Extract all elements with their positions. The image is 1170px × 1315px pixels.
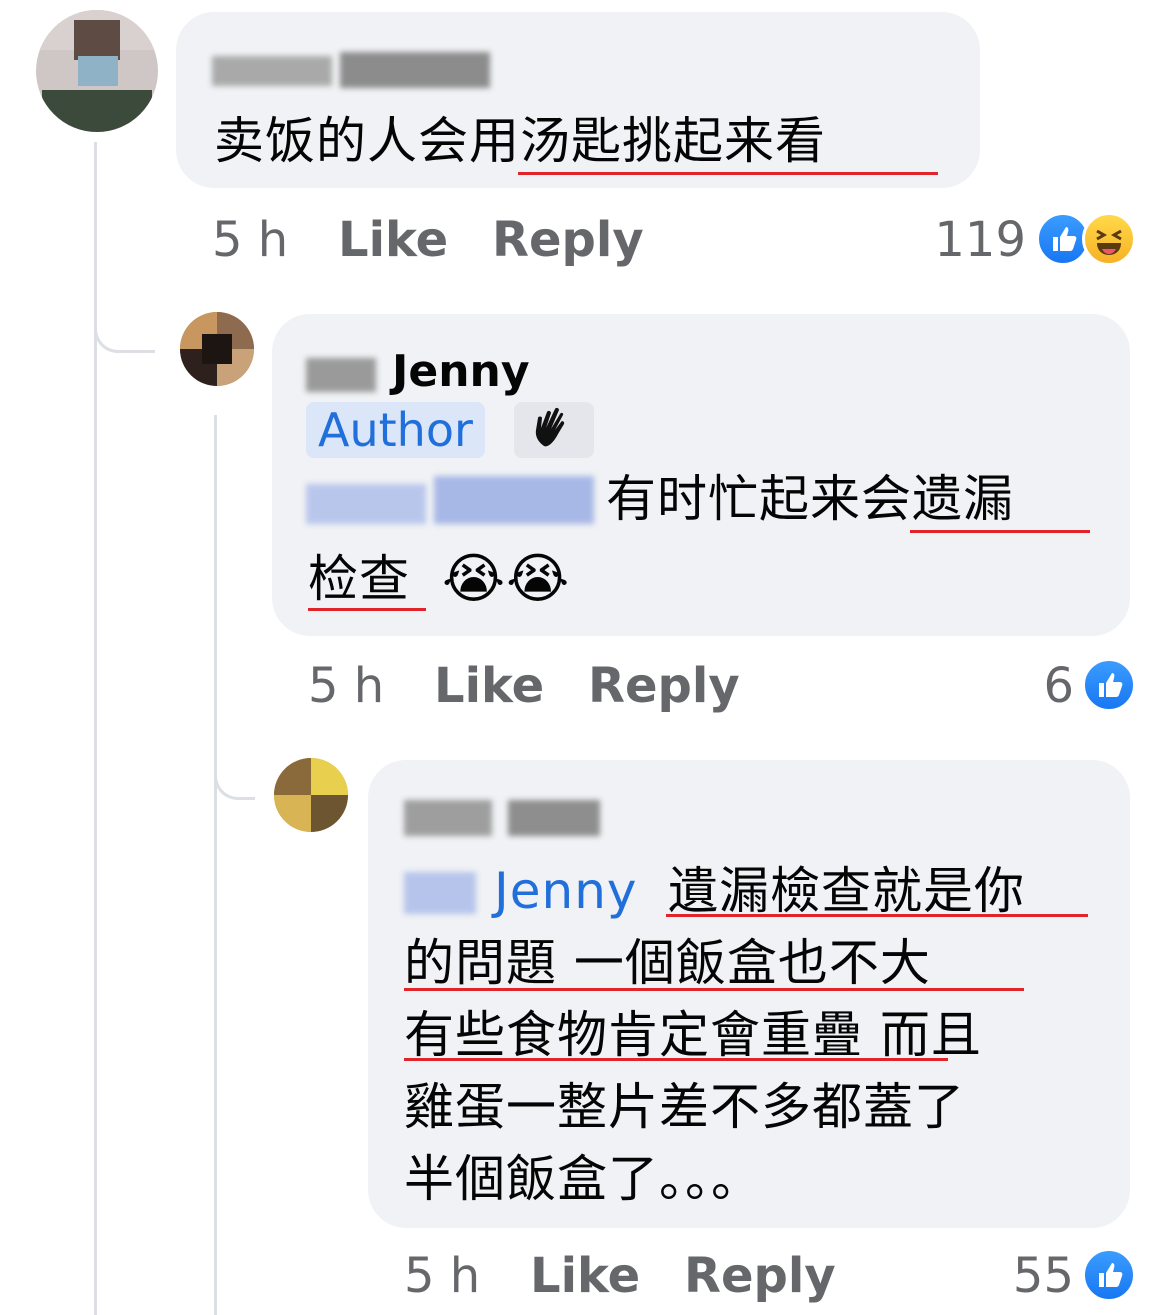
- comment-bubble: 卖饭的人会用汤匙挑起来看: [176, 12, 980, 188]
- mention-link[interactable]: Jenny: [494, 854, 637, 928]
- avatar[interactable]: [274, 758, 348, 832]
- comment-time[interactable]: 5 h: [404, 1248, 480, 1304]
- like-button[interactable]: Like: [530, 1248, 640, 1304]
- like-icon[interactable]: [1082, 658, 1136, 712]
- reaction-count[interactable]: 119: [900, 212, 1026, 268]
- avatar[interactable]: [36, 10, 158, 132]
- underline-annotation: [404, 1058, 948, 1061]
- underline-annotation: [518, 172, 938, 175]
- underline-annotation: [404, 988, 1024, 991]
- wave-badge: [514, 402, 594, 458]
- reaction-count[interactable]: 6: [980, 658, 1074, 714]
- reply-button[interactable]: Reply: [492, 212, 644, 268]
- reply-text-line5: 半個飯盒了。。。: [404, 1150, 762, 1208]
- blurred-mention: [404, 866, 480, 916]
- like-button[interactable]: Like: [338, 212, 448, 268]
- thread-line-nested: [214, 415, 217, 1315]
- reply-bubble: Jenny Author 有时忙起来会遗漏 检查 😭😭: [272, 314, 1130, 636]
- reaction-count[interactable]: 55: [980, 1248, 1074, 1304]
- underline-annotation: [308, 608, 426, 611]
- thread-connector-2: [214, 735, 255, 800]
- underline-annotation: [666, 914, 1088, 917]
- blurred-username: [306, 354, 380, 394]
- blurred-username: [404, 796, 604, 840]
- comment-text: 卖饭的人会用汤匙挑起来看: [214, 112, 826, 170]
- author-name[interactable]: Jenny: [392, 348, 530, 396]
- reply-text-line1: 有时忙起来会遗漏: [606, 470, 1014, 528]
- reply-text-line2: 检查: [308, 550, 410, 608]
- thread-connector-1: [94, 290, 155, 353]
- like-button[interactable]: Like: [434, 658, 544, 714]
- blurred-mention: [306, 470, 596, 528]
- waving-hand-icon: [535, 407, 565, 447]
- reply-button[interactable]: Reply: [588, 658, 740, 714]
- haha-icon[interactable]: [1082, 212, 1136, 266]
- reply-text-line4: 雞蛋一整片差不多都蓋了: [404, 1078, 965, 1136]
- comment-time[interactable]: 5 h: [212, 212, 288, 268]
- blurred-username: [212, 48, 490, 92]
- author-badge: Author: [306, 402, 485, 458]
- comment-time[interactable]: 5 h: [308, 658, 384, 714]
- underline-annotation: [910, 530, 1090, 533]
- reply-button[interactable]: Reply: [684, 1248, 836, 1304]
- emoji: 😭😭: [442, 547, 571, 610]
- reply-bubble: Jenny 遺漏檢查就是你 的問題 一個飯盒也不大 有些食物肯定會重疊 而且 雞…: [368, 760, 1130, 1228]
- like-icon[interactable]: [1082, 1248, 1136, 1302]
- avatar[interactable]: [180, 312, 254, 386]
